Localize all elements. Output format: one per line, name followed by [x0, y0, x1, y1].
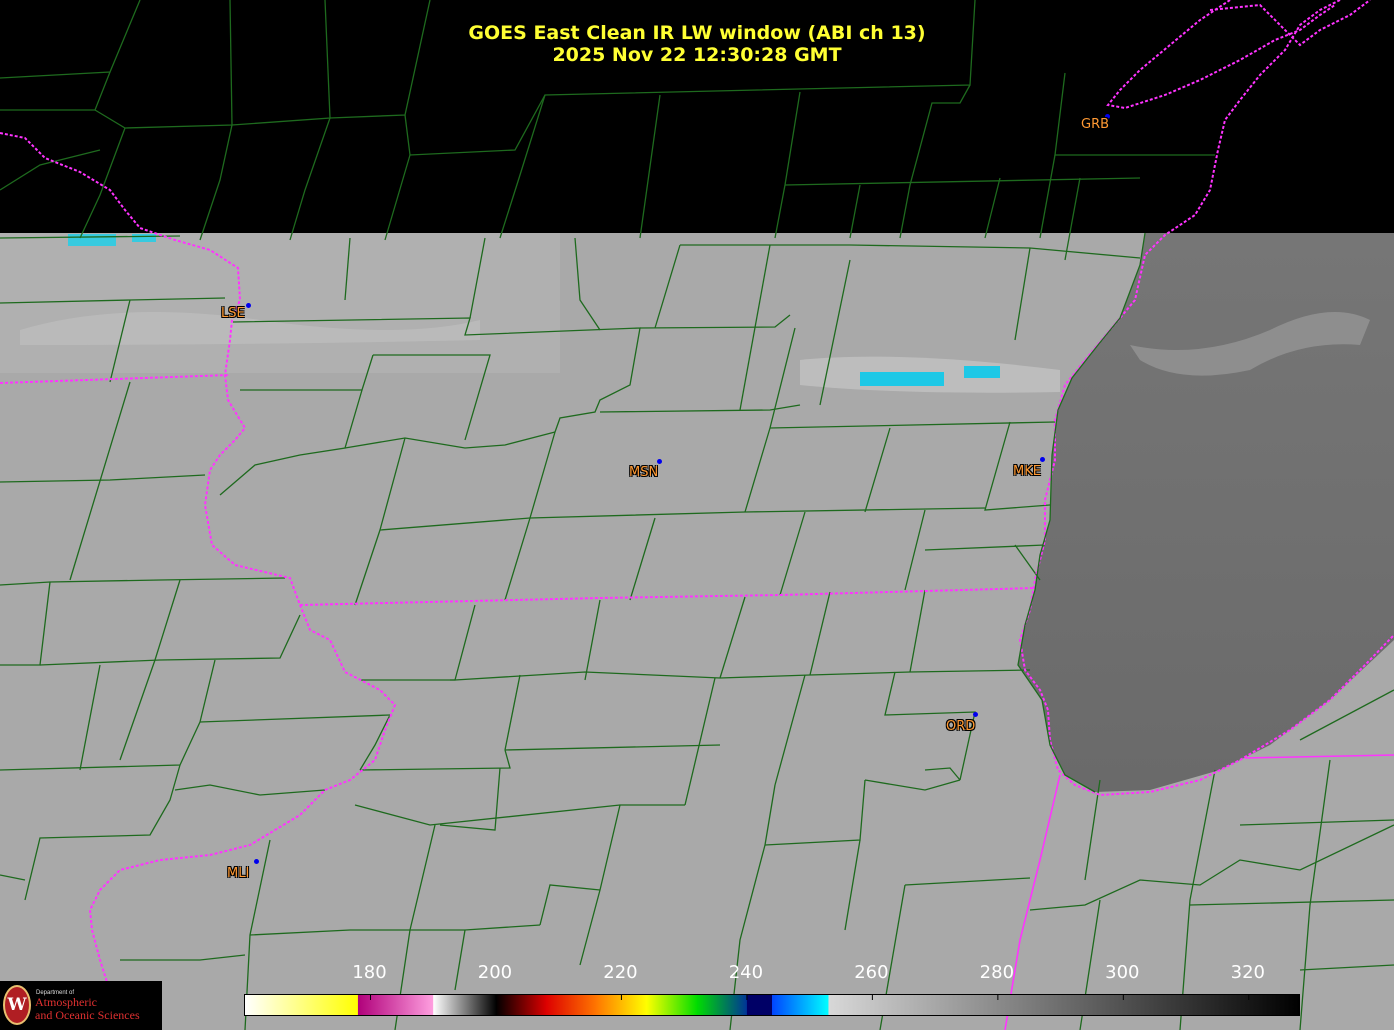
- colorbar-tick-label: 180: [352, 962, 387, 983]
- colorbar-tick-label: 240: [728, 962, 764, 983]
- colorbar-tick-label: 280: [979, 962, 1015, 983]
- colorbar-tick-label: 220: [603, 962, 638, 983]
- station-dot-mke: [1040, 457, 1045, 462]
- cold-cloud-top: [132, 234, 156, 242]
- colorbar-segment: [828, 995, 1299, 1015]
- colorbar-segment: [546, 995, 597, 1015]
- colorbar-segment: [696, 995, 748, 1015]
- station-dot-msn: [657, 459, 662, 464]
- colorbar-segment: [245, 995, 359, 1015]
- colorbar-tick-label: 300: [1105, 962, 1140, 983]
- station-label-mke: MKE: [1013, 464, 1041, 479]
- image-title: GOES East Clean IR LW window (ABI ch 13): [468, 22, 926, 44]
- satellite-map: [0, 0, 1394, 1030]
- colorbar-segment: [357, 995, 434, 1015]
- station-label-ord: ORD: [946, 719, 976, 734]
- colorbar-segment: [433, 995, 497, 1015]
- station-label-grb: GRB: [1081, 117, 1110, 132]
- station-label-lse: LSE: [221, 306, 245, 321]
- station-label-msn: MSN: [629, 465, 659, 480]
- satellite-image-viewer: GOES East Clean IR LW window (ABI ch 13)…: [0, 0, 1394, 1030]
- colorbar-tick-label: 200: [477, 962, 513, 983]
- station-dot-mli: [254, 859, 259, 864]
- colorbar-segment: [646, 995, 698, 1015]
- station-dot-ord: [973, 712, 978, 717]
- cold-cloud-top: [68, 234, 116, 246]
- station-label-mli: MLI: [227, 866, 250, 881]
- logo-line-2: and Oceanic Sciences: [35, 1008, 140, 1022]
- temperature-colorbar: [244, 994, 1300, 1016]
- cold-cloud-top: [860, 372, 944, 386]
- station-dot-lse: [246, 303, 251, 308]
- colorbar-segment: [746, 995, 773, 1015]
- colorbar-tick-label: 260: [854, 962, 889, 983]
- uw-crest-icon: W: [3, 985, 31, 1025]
- colorbar-segment: [772, 995, 829, 1015]
- cold-cloud-top: [964, 366, 1000, 378]
- aos-logo: W Department of Atmospheric and Oceanic …: [0, 981, 162, 1030]
- cloud-shading: [0, 233, 560, 373]
- colorbar-segment: [495, 995, 547, 1015]
- colorbar-tick-label: 320: [1230, 962, 1265, 983]
- image-timestamp: 2025 Nov 22 12:30:28 GMT: [552, 44, 842, 66]
